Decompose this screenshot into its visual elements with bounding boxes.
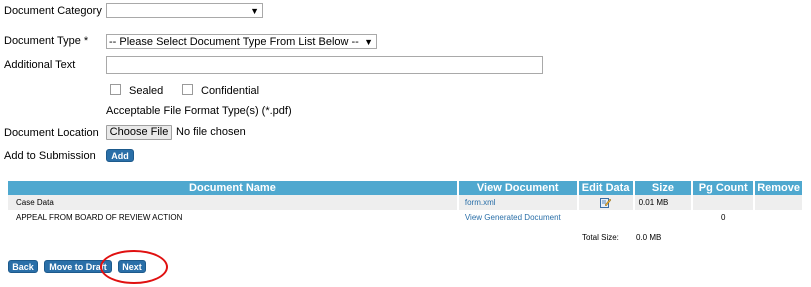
file-format-note: Acceptable File Format Type(s) (*.pdf) <box>106 105 292 117</box>
total-size-label: Total Size: <box>582 233 619 242</box>
add-button[interactable]: Add <box>106 149 134 162</box>
additional-text-label: Additional Text <box>4 59 76 71</box>
row-document-name: APPEAL FROM BOARD OF REVIEW ACTION <box>8 210 459 225</box>
sealed-checkbox[interactable] <box>110 84 121 95</box>
total-size-value: 0.0 MB <box>636 233 662 242</box>
table-row: APPEAL FROM BOARD OF REVIEW ACTION View … <box>8 210 802 225</box>
header-size: Size <box>633 181 694 195</box>
row-edit-cell <box>577 210 635 225</box>
document-category-label: Document Category <box>4 5 102 17</box>
dropdown-arrow-icon: ▼ <box>250 6 259 16</box>
header-remove: Remove <box>754 181 802 195</box>
additional-text-input[interactable] <box>106 56 543 74</box>
row-remove <box>754 195 802 210</box>
add-to-submission-label: Add to Submission <box>4 150 96 162</box>
edit-icon[interactable] <box>600 197 612 208</box>
choose-file-button[interactable]: Choose File <box>106 125 172 140</box>
row-document-name: Case Data <box>8 195 459 210</box>
row-remove <box>754 210 802 225</box>
row-size <box>633 210 694 225</box>
table-header-row: Document Name View Document Edit Data Si… <box>8 181 802 195</box>
document-type-label: Document Type * <box>4 35 89 47</box>
row-edit-cell[interactable] <box>577 195 635 210</box>
header-view-document: View Document <box>457 181 579 195</box>
confidential-label: Confidential <box>201 85 260 97</box>
confidential-checkbox[interactable] <box>182 84 193 95</box>
table-row: Case Data form.xml 0.01 MB <box>8 195 802 210</box>
document-type-value: -- Please Select Document Type From List… <box>109 36 359 48</box>
back-button[interactable]: Back <box>8 260 38 273</box>
header-pg-count: Pg Count <box>692 181 756 195</box>
row-view-link[interactable]: form.xml <box>457 195 579 210</box>
document-category-select[interactable]: ▼ <box>106 3 263 18</box>
header-edit-data: Edit Data <box>577 181 635 195</box>
view-document-link[interactable]: form.xml <box>465 198 496 207</box>
document-type-select[interactable]: -- Please Select Document Type From List… <box>106 34 377 49</box>
row-size: 0.01 MB <box>633 195 694 210</box>
highlight-ring <box>100 250 168 284</box>
header-document-name: Document Name <box>8 181 459 195</box>
row-view-link[interactable]: View Generated Document <box>457 210 579 225</box>
document-location-label: Document Location <box>4 127 99 139</box>
view-generated-document-link[interactable]: View Generated Document <box>465 213 561 222</box>
row-pg-count: 0 <box>692 210 756 225</box>
dropdown-arrow-icon: ▼ <box>364 37 373 47</box>
row-pg-count <box>692 195 756 210</box>
documents-table: Document Name View Document Edit Data Si… <box>8 181 802 225</box>
no-file-chosen-text: No file chosen <box>176 126 246 138</box>
sealed-label: Sealed <box>129 85 164 97</box>
